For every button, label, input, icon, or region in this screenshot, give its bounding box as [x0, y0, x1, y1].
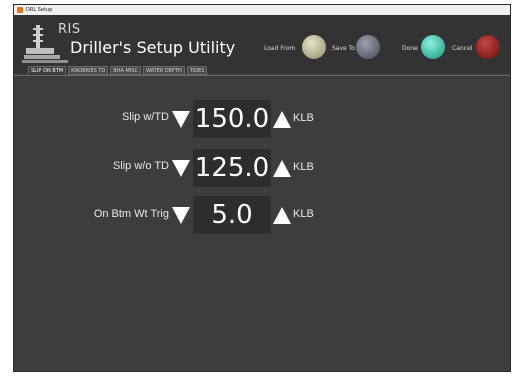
- tab-slip-on-btm[interactable]: SLIP ON BTM: [28, 66, 67, 75]
- slip-on-btm-panel: Slip w/TD 150.0 KLB Slip w/o TD 125.0 KL…: [14, 75, 510, 373]
- on-btm-wt-trig-unit: KLB: [293, 208, 314, 220]
- load-from-label: Load From: [264, 45, 296, 52]
- slip-w-td-value[interactable]: 150.0: [193, 100, 271, 138]
- slip-wo-td-increment-icon[interactable]: [273, 160, 291, 177]
- app-window: DRL Setup RIS Driller's Setup Utility Lo…: [13, 4, 511, 372]
- rig-logo-icon: RIS: [22, 22, 80, 68]
- tab-knobries-td[interactable]: KNOBRIES TD: [68, 66, 109, 75]
- done-label: Done: [402, 45, 418, 52]
- tab-water-depth[interactable]: WATER DEPTH: [142, 66, 185, 75]
- slip-w-td-unit: KLB: [293, 112, 314, 124]
- slip-wo-td-value[interactable]: 125.0: [193, 149, 271, 187]
- header: RIS Driller's Setup Utility Load From Sa…: [14, 15, 510, 73]
- slip-w-td-decrement-icon[interactable]: [172, 111, 190, 128]
- tab-tides[interactable]: TIDES: [186, 66, 208, 75]
- tab-bha-misc[interactable]: BHA MISC: [110, 66, 141, 75]
- cancel-button[interactable]: [476, 35, 500, 59]
- app-title: Driller's Setup Utility: [70, 38, 236, 57]
- slip-wo-td-label: Slip w/o TD: [112, 160, 169, 172]
- on-btm-wt-trig-label: On Btm Wt Trig: [93, 208, 169, 220]
- cancel-label: Cancel: [452, 45, 473, 52]
- app-icon: [17, 7, 23, 13]
- slip-wo-td-unit: KLB: [293, 161, 314, 173]
- slip-w-td-increment-icon[interactable]: [273, 111, 291, 128]
- slip-wo-td-decrement-icon[interactable]: [172, 160, 190, 177]
- save-to-label: Save To: [332, 45, 355, 52]
- tab-bar: SLIP ON BTM KNOBRIES TD BHA MISC WATER D…: [28, 66, 209, 75]
- slip-w-td-label: Slip w/TD: [121, 111, 169, 123]
- window-title: DRL Setup: [26, 7, 53, 13]
- save-to-button[interactable]: [356, 35, 380, 59]
- done-button[interactable]: [421, 35, 445, 59]
- on-btm-wt-trig-decrement-icon[interactable]: [172, 207, 190, 224]
- on-btm-wt-trig-value[interactable]: 5.0: [193, 196, 271, 234]
- logo-text: RIS: [58, 22, 81, 37]
- load-from-button[interactable]: [302, 35, 326, 59]
- on-btm-wt-trig-increment-icon[interactable]: [273, 207, 291, 224]
